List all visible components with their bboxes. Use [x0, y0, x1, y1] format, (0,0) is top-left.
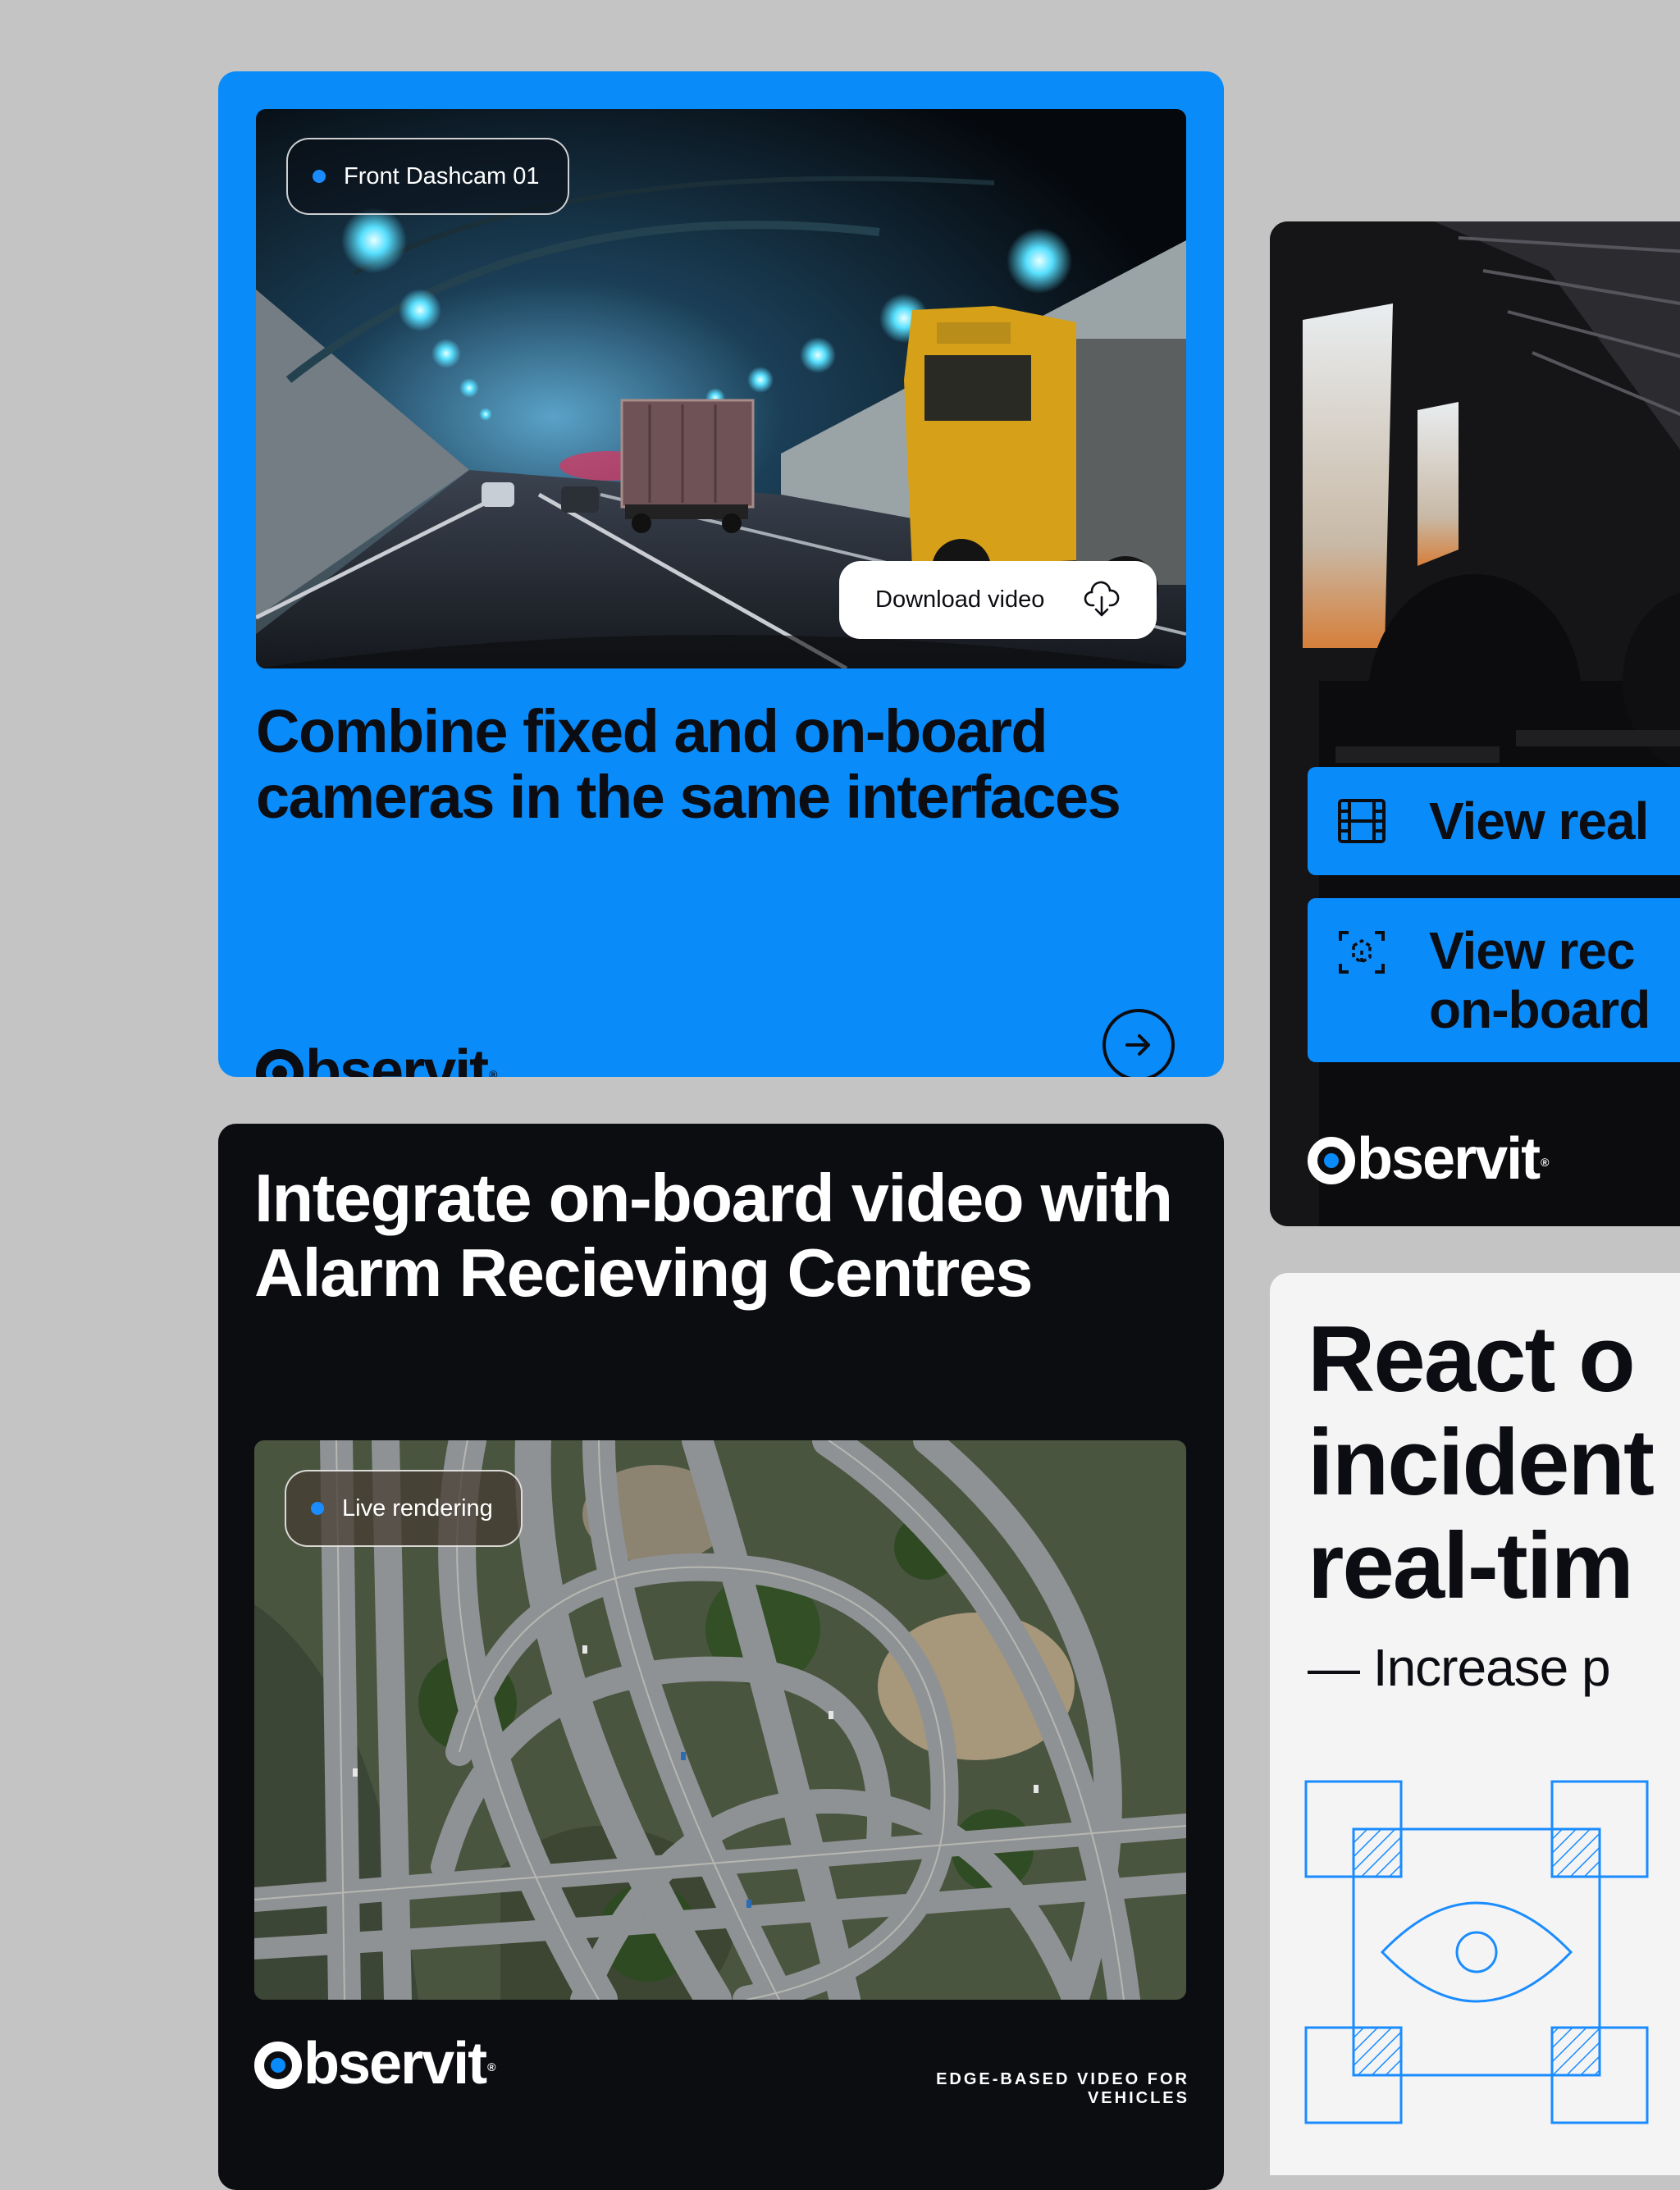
focus-icon — [1339, 931, 1385, 974]
observit-logo: bservit ® — [1308, 1129, 1549, 1189]
view-recordings-label-line2: on-board — [1429, 980, 1650, 1039]
live-rendering-pill: Live rendering — [285, 1470, 523, 1547]
card-subtext: — Increase p — [1308, 1638, 1611, 1697]
card-headline: Integrate on-board video with Alarm Reci… — [254, 1160, 1173, 1311]
logo-mark-icon — [254, 2042, 302, 2089]
card-arrow-button[interactable] — [1102, 1009, 1175, 1077]
logo-mark-icon — [256, 1049, 304, 1077]
card-react-incidents[interactable]: React o incident real-tim — Increase p — [1270, 1273, 1680, 2175]
card-alarm-receiving[interactable]: Integrate on-board video with Alarm Reci… — [218, 1124, 1224, 2190]
view-recordings-label-line1: View rec — [1429, 921, 1636, 980]
card-bus-onboard[interactable]: View real View rec on-board bservit ® — [1270, 221, 1680, 1226]
card-headline: Combine fixed and on-board cameras in th… — [256, 697, 1121, 831]
download-label: Download video — [875, 586, 1045, 613]
logo-mark-icon — [1308, 1137, 1355, 1184]
download-video-button[interactable]: Download video — [839, 561, 1157, 639]
eye-surveillance-icon — [1304, 1780, 1649, 2124]
status-dot-icon — [313, 170, 326, 183]
card-headline: React o incident real-tim — [1308, 1307, 1655, 1618]
bus-interior-photo — [1270, 221, 1680, 1226]
live-label: Live rendering — [342, 1494, 493, 1522]
observit-logo: bservit ® — [256, 1042, 497, 1077]
view-recordings-button[interactable]: View rec on-board — [1308, 898, 1680, 1062]
status-dot-icon — [311, 1502, 324, 1515]
observit-logo: bservit ® — [254, 2034, 495, 2094]
view-realtime-button[interactable]: View real — [1308, 767, 1680, 875]
tagline: EDGE-BASED VIDEO FOR VEHICLES — [936, 2070, 1189, 2107]
view-realtime-label: View real — [1429, 792, 1649, 851]
arrow-right-icon — [1125, 1034, 1150, 1056]
cloud-download-icon — [1084, 581, 1120, 617]
camera-label-pill: Front Dashcam 01 — [286, 138, 569, 215]
camera-label: Front Dashcam 01 — [344, 162, 540, 189]
film-icon — [1338, 799, 1386, 843]
